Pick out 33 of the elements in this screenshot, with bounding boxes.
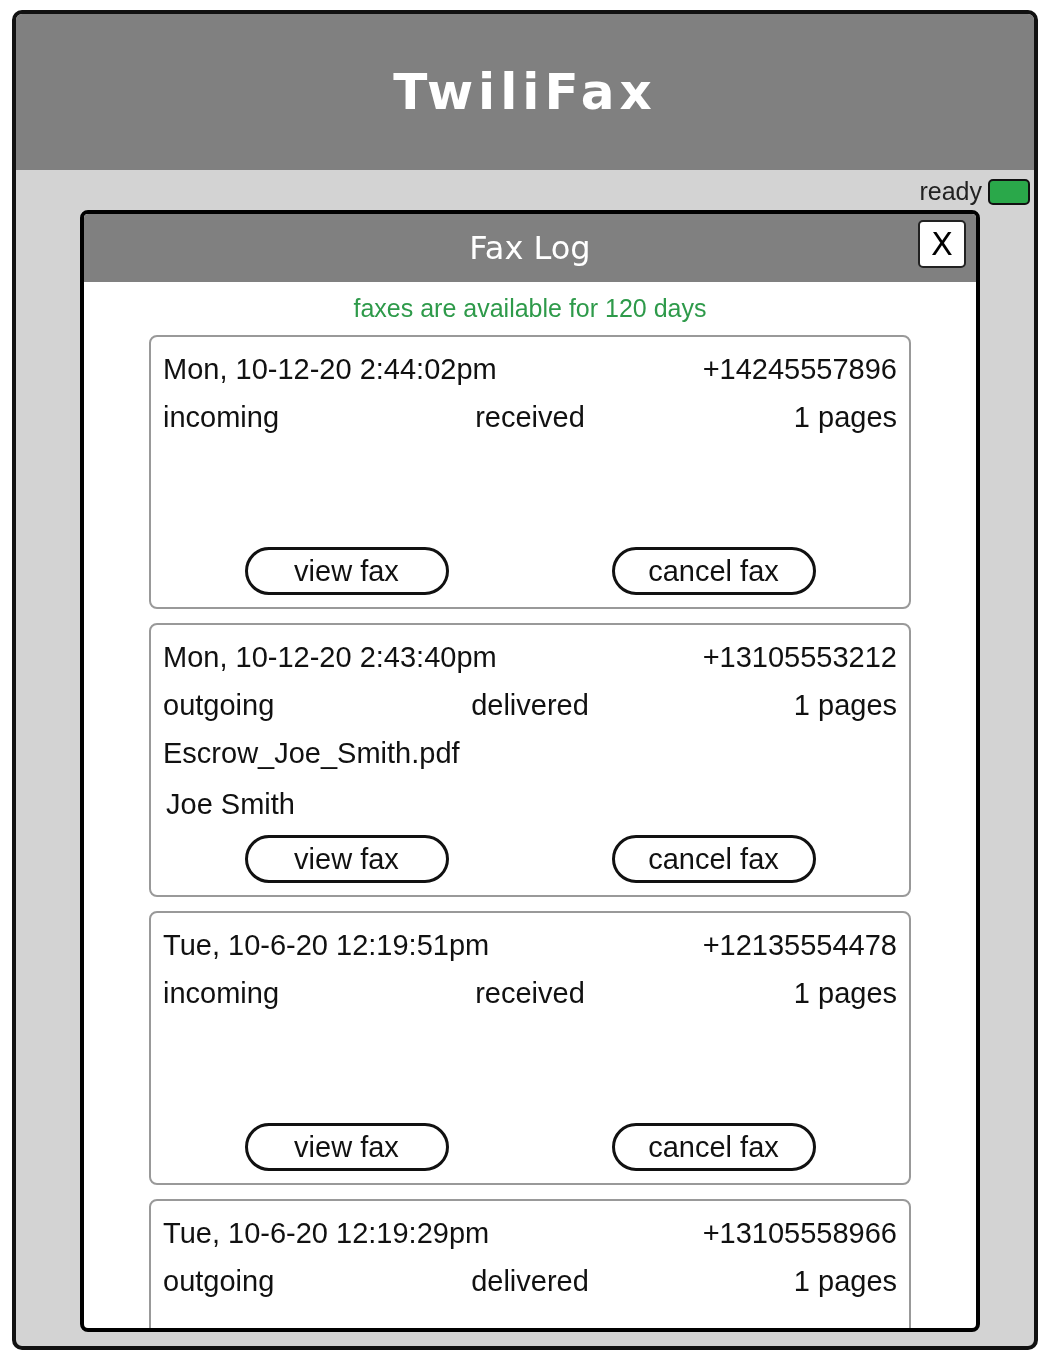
- fax-action-button[interactable]: view fax: [244, 547, 449, 595]
- fax-filename: Escrow_Joe_Smith.pdf: [163, 736, 460, 770]
- fax-pages: 1 pages: [792, 688, 897, 722]
- fax-recipient: Joe Smith: [166, 787, 295, 821]
- fax-status: delivered: [470, 1264, 590, 1298]
- fax-status: received: [474, 976, 586, 1010]
- fax-direction: incoming: [163, 976, 281, 1010]
- fax-action-button[interactable]: view fax: [244, 1123, 449, 1171]
- fax-datetime: Tue, 10-6-20 12:19:29pm: [163, 1216, 490, 1250]
- fax-direction: outgoing: [163, 688, 276, 722]
- fax-datetime: Tue, 10-6-20 12:19:51pm: [163, 928, 490, 962]
- fax-status: received: [474, 400, 586, 434]
- fax-status: delivered: [470, 688, 590, 722]
- fax-number: +14245557896: [702, 352, 897, 386]
- close-button[interactable]: X: [918, 220, 966, 268]
- fax-action-button[interactable]: cancel fax: [611, 547, 816, 595]
- app-title: TwiliFax: [393, 63, 657, 121]
- retention-note: faxes are available for 120 days: [353, 294, 707, 323]
- fax-number: +13105558966: [702, 1216, 897, 1250]
- fax-datetime: Mon, 10-12-20 2:44:02pm: [163, 352, 497, 386]
- fax-number: +12135554478: [702, 928, 897, 962]
- fax-number: +13105553212: [702, 640, 897, 674]
- fax-pages: 1 pages: [792, 1264, 897, 1298]
- fax-direction: incoming: [163, 400, 281, 434]
- fax-datetime: Mon, 10-12-20 2:43:40pm: [163, 640, 497, 674]
- dialog-title: Fax Log: [469, 229, 591, 267]
- fax-pages: 1 pages: [792, 400, 897, 434]
- fax-direction: outgoing: [163, 1264, 276, 1298]
- fax-action-button[interactable]: cancel fax: [611, 1123, 816, 1171]
- fax-action-button[interactable]: cancel fax: [611, 835, 816, 883]
- fax-action-button[interactable]: view fax: [244, 835, 449, 883]
- status-label: ready: [919, 177, 982, 206]
- fax-pages: 1 pages: [792, 976, 897, 1010]
